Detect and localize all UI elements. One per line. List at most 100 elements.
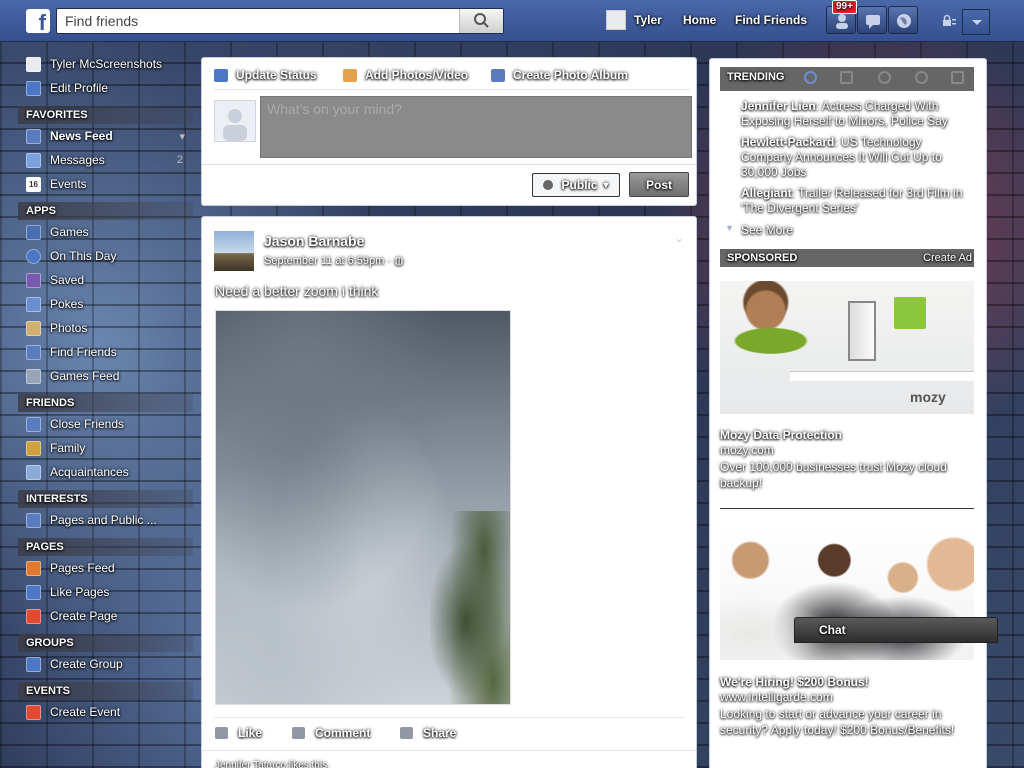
privacy-shortcuts-icon[interactable] (941, 14, 957, 28)
right-column: TRENDING Jennifer Lien: Actress Charged … (709, 58, 987, 768)
sidebar-item-events[interactable]: 16 Events (18, 172, 193, 196)
trending-tab-politics-icon[interactable] (840, 71, 853, 84)
pages-heading: PAGES (18, 538, 193, 556)
see-more-link[interactable]: See More (741, 223, 793, 237)
post-timestamp[interactable]: September 11 at 6:59pm · ◍ (264, 254, 404, 267)
acquaintances-icon (26, 464, 41, 480)
sidebar-item-create-event[interactable]: Create Event (18, 700, 193, 724)
left-navigation: Tyler McScreenshots Edit Profile FAVORIT… (18, 52, 193, 724)
chat-bar[interactable]: Chat (794, 617, 998, 643)
trending-tab-top-icon[interactable] (804, 71, 817, 84)
sidebar-item-label: News Feed (50, 129, 113, 143)
monitor-graphic (848, 301, 876, 361)
share-icon (400, 727, 413, 739)
feed-story: Jason Barnabe September 11 at 6:59pm · ◍… (201, 216, 697, 768)
create-page-icon (26, 608, 41, 624)
find-friends-link[interactable]: Find Friends (735, 13, 807, 27)
messages-jewel[interactable] (857, 6, 887, 34)
sidebar-item-like-pages[interactable]: Like Pages (18, 580, 193, 604)
status-composer: Update Status Add Photos/Video Create Ph… (201, 57, 697, 206)
sidebar-item-create-group[interactable]: Create Group (18, 652, 193, 676)
sidebar-item-games-feed[interactable]: Games Feed (18, 364, 193, 388)
trending-tab-entertainment-icon[interactable] (951, 71, 964, 84)
sidebar-item-messages[interactable]: Messages 2 (18, 148, 193, 172)
ad-image-mozy[interactable]: mozy (720, 281, 974, 414)
tab-label: Update Status (236, 68, 317, 82)
tab-add-photos[interactable]: Add Photos/Video (343, 68, 468, 82)
privacy-selector[interactable]: Public ▼ (532, 173, 620, 197)
chat-label: Chat (819, 623, 846, 637)
photos-icon (26, 320, 41, 336)
composer-tabs: Update Status Add Photos/Video Create Ph… (214, 66, 690, 90)
sidebar-item-find-friends[interactable]: Find Friends (18, 340, 193, 364)
tab-update-status[interactable]: Update Status (214, 68, 317, 82)
sidebar-item-saved[interactable]: Saved (18, 268, 193, 292)
share-label: Share (423, 726, 457, 740)
chevron-down-icon[interactable]: ⌄ (674, 231, 684, 245)
sidebar-item-label: Games Feed (50, 369, 120, 383)
sidebar-item-close-friends[interactable]: Close Friends (18, 412, 193, 436)
tab-label: Add Photos/Video (365, 68, 469, 82)
notifications-jewel[interactable] (888, 6, 918, 34)
tab-create-album[interactable]: Create Photo Album (491, 68, 628, 82)
trending-tab-science-icon[interactable] (878, 71, 891, 84)
user-avatar[interactable] (606, 10, 626, 30)
like-pages-icon (26, 584, 41, 600)
divider (202, 750, 696, 751)
trending-tab-sports-icon[interactable] (915, 71, 928, 84)
create-group-icon (26, 656, 41, 672)
profile-link[interactable]: Tyler McScreenshots (18, 52, 193, 76)
profile-link[interactable]: Tyler (634, 13, 662, 27)
search-input[interactable] (57, 9, 457, 33)
ad-body[interactable]: Over 100,000 businesses trust Mozy cloud… (720, 459, 970, 491)
sidebar-item-games[interactable]: Games (18, 220, 193, 244)
find-friends-icon (26, 344, 41, 360)
divider (214, 717, 684, 718)
ad-title[interactable]: Mozy Data Protection (720, 428, 842, 442)
author-name[interactable]: Jason Barnabe (264, 233, 364, 249)
likes-summary[interactable]: Jennifer Tatarco likes this. (215, 760, 330, 768)
status-input[interactable]: What's on your mind? (260, 96, 692, 158)
author-avatar[interactable] (214, 231, 254, 271)
ad-url[interactable]: www.intelligarde.com (720, 690, 833, 704)
profile-name: Tyler McScreenshots (50, 57, 163, 71)
trending-item[interactable]: Allegiant: Trailer Released for 3rd Film… (741, 186, 965, 216)
on-this-day-icon (26, 248, 41, 264)
edit-profile-link[interactable]: Edit Profile (18, 76, 193, 100)
share-button[interactable]: Share (400, 726, 456, 740)
calendar-icon: 16 (26, 176, 41, 192)
search-icon (474, 13, 489, 28)
sidebar-item-on-this-day[interactable]: On This Day (18, 244, 193, 268)
sidebar-item-label: Family (50, 441, 86, 455)
comment-button[interactable]: Comment (292, 726, 370, 740)
profile-avatar (26, 56, 41, 72)
globe-icon: ◍ (394, 255, 404, 267)
home-link[interactable]: Home (683, 13, 716, 27)
like-button[interactable]: Like (215, 726, 262, 740)
sidebar-item-pokes[interactable]: Pokes (18, 292, 193, 316)
sidebar-item-pages-feed[interactable]: Pages Feed (18, 556, 193, 580)
sidebar-item-family[interactable]: Family (18, 436, 193, 460)
post-button[interactable]: Post (629, 172, 689, 197)
ad-title[interactable]: We're Hiring! $200 Bonus! (720, 675, 869, 689)
ad-body[interactable]: Looking to start or advance your career … (720, 706, 970, 738)
news-feed-icon (26, 128, 41, 144)
thumbs-up-icon (215, 727, 228, 739)
sidebar-item-news-feed[interactable]: News Feed ▾ (18, 124, 193, 148)
sidebar-item-create-page[interactable]: Create Page (18, 604, 193, 628)
account-settings-button[interactable] (962, 9, 990, 35)
create-ad-link[interactable]: Create Ad (923, 249, 972, 267)
default-avatar-icon (223, 109, 247, 141)
sidebar-item-photos[interactable]: Photos (18, 316, 193, 340)
sidebar-item-pages-and-public[interactable]: Pages and Public ... (18, 508, 193, 532)
groups-heading: GROUPS (18, 634, 193, 652)
post-photo[interactable] (215, 310, 511, 705)
more-options-caret[interactable]: ▾ (179, 130, 185, 143)
trending-item[interactable]: Hewlett-Packard: US Technology Company A… (741, 135, 965, 180)
messages-icon (866, 15, 880, 29)
trending-item[interactable]: Jennifer Lien: Actress Charged With Expo… (741, 99, 965, 129)
ad-url[interactable]: mozy.com (720, 443, 774, 457)
search-button[interactable] (459, 9, 503, 33)
facebook-logo[interactable]: f (26, 9, 50, 33)
sidebar-item-acquaintances[interactable]: Acquaintances (18, 460, 193, 484)
